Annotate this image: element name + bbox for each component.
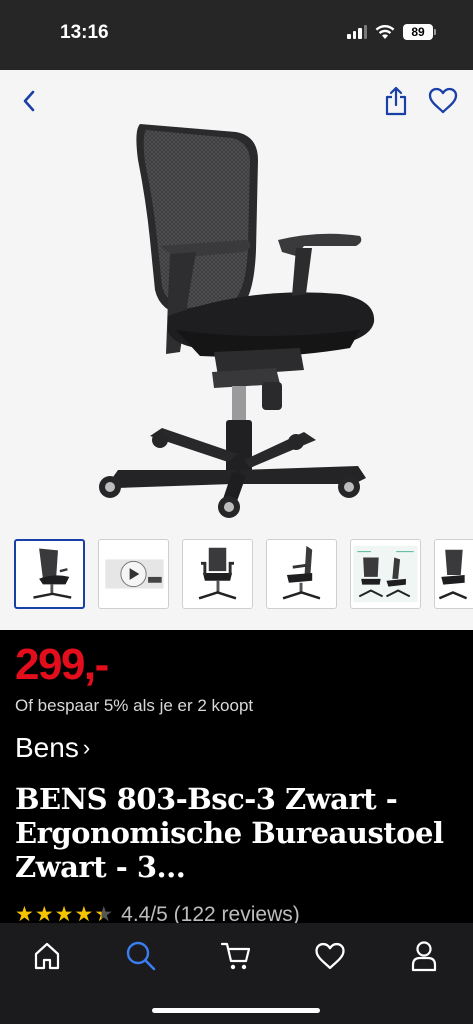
- chair-thumbnail-image: [282, 545, 321, 600]
- share-icon: [385, 86, 407, 116]
- chair-thumbnail-image: [353, 545, 418, 603]
- battery-icon: 89: [403, 24, 436, 40]
- product-price: 299,-: [15, 640, 109, 689]
- heart-icon: [315, 942, 345, 970]
- bottom-nav: [0, 923, 473, 1024]
- chair-thumbnail-image: [198, 547, 237, 600]
- thumbnail-3[interactable]: [182, 539, 253, 609]
- thumbnail-2-video[interactable]: [98, 539, 169, 609]
- nav-home[interactable]: [17, 936, 77, 976]
- chevron-right-icon: ›: [82, 735, 91, 760]
- back-button[interactable]: [14, 86, 44, 116]
- cart-icon: [220, 942, 251, 970]
- thumbnail-strip: [0, 530, 473, 630]
- thumbnail-1[interactable]: [14, 539, 85, 609]
- nav-cart[interactable]: [206, 936, 266, 976]
- status-icons: 89: [347, 24, 436, 40]
- signal-icon: [347, 25, 367, 39]
- thumbnail-6[interactable]: [434, 539, 473, 609]
- chair-thumbnail-image: [33, 548, 72, 599]
- promo-text: Of bespaar 5% als je er 2 koopt: [15, 696, 254, 715]
- favorite-button[interactable]: [426, 84, 460, 116]
- product-title: BENS 803-Bsc-3 Zwart - Ergonomische Bure…: [15, 782, 444, 884]
- status-bar: 13:16 89: [0, 0, 473, 70]
- nav-account[interactable]: [394, 936, 454, 976]
- thumbnail-4[interactable]: [266, 539, 337, 609]
- video-thumbnail-image: [105, 559, 164, 589]
- home-icon: [34, 942, 60, 970]
- share-button[interactable]: [380, 84, 412, 118]
- brand-name: Bens: [15, 732, 79, 763]
- product-info: 299,- Of bespaar 5% als je er 2 koopt Be…: [0, 630, 473, 926]
- thumbnail-5[interactable]: [350, 539, 421, 609]
- back-chevron-icon: [23, 90, 35, 112]
- nav-search[interactable]: [111, 936, 171, 976]
- product-image: [99, 124, 375, 518]
- status-time: 13:16: [60, 22, 109, 43]
- home-indicator: [152, 1008, 320, 1013]
- account-icon: [411, 941, 437, 972]
- chair-thumbnail-image: [438, 549, 468, 600]
- nav-wishlist[interactable]: [300, 936, 360, 976]
- search-icon: [126, 941, 156, 971]
- heart-icon: [428, 87, 458, 113]
- wifi-icon: [375, 24, 395, 39]
- brand-link[interactable]: Bens ›: [15, 732, 90, 764]
- product-image-area[interactable]: [0, 70, 473, 530]
